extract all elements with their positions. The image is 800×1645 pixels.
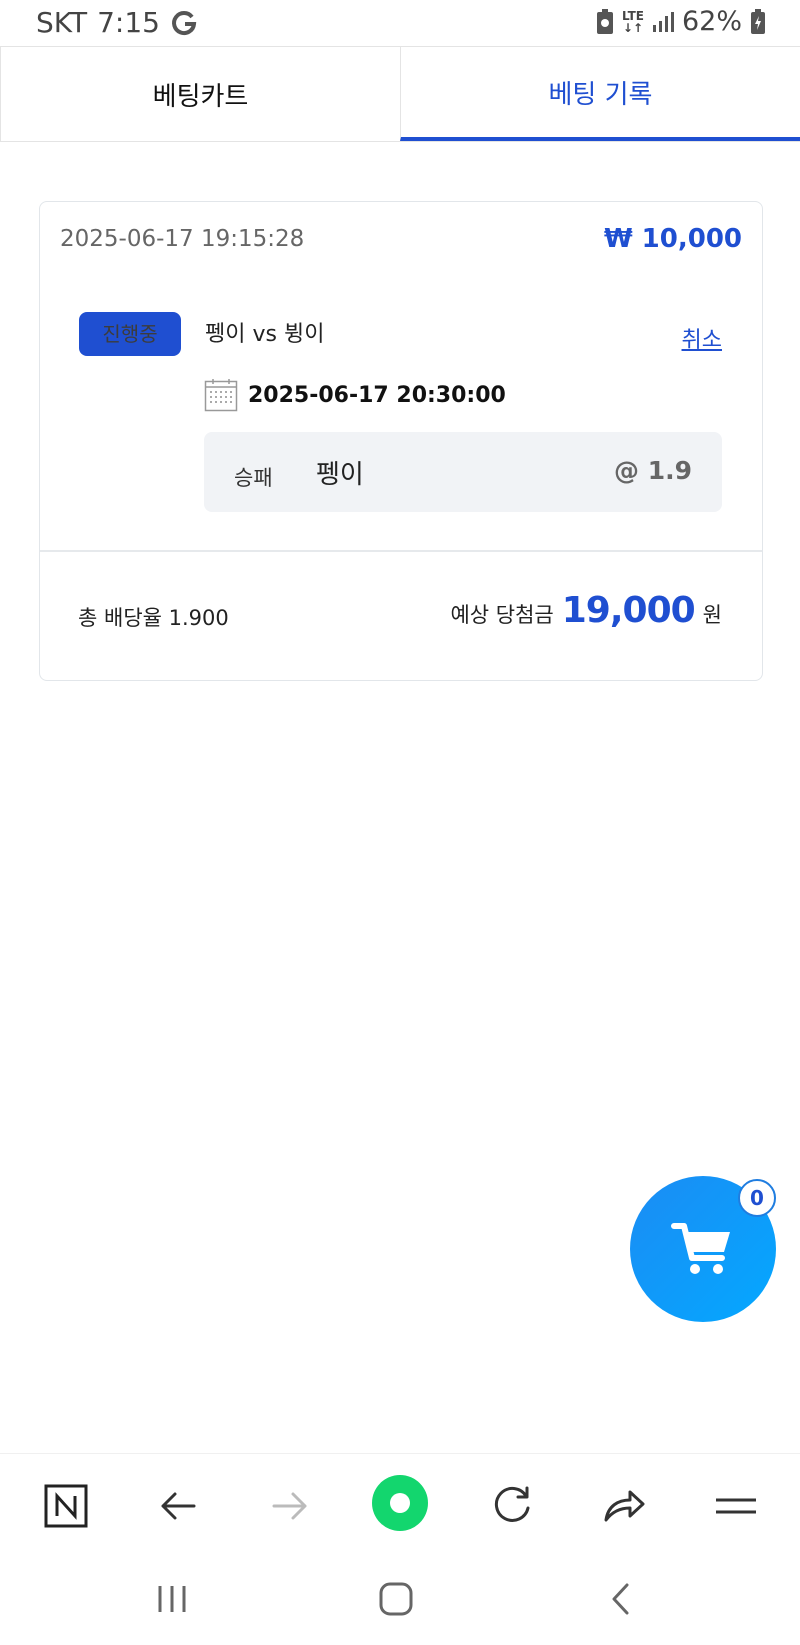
status-bar: SKT 7:15 LTE ↓↑ 62%: [0, 0, 800, 48]
naver-n-button[interactable]: [42, 1482, 90, 1530]
share-icon: [604, 1490, 645, 1522]
recent-apps-icon: [158, 1586, 186, 1612]
home-button[interactable]: [371, 1474, 429, 1532]
status-left: SKT 7:15: [36, 6, 198, 39]
match-time: 2025-06-17 20:30:00: [248, 382, 506, 408]
calendar-icon: [204, 379, 238, 412]
back-button[interactable]: [154, 1482, 202, 1530]
pick-box: 승패 펭이 @ 1.9: [204, 432, 722, 512]
total-odds: 총 배당율 1.900: [78, 606, 229, 630]
market-type: 승패: [234, 466, 273, 490]
menu-button[interactable]: [712, 1482, 760, 1530]
bet-datetime: 2025-06-17 19:15:28: [60, 226, 305, 252]
system-back-button[interactable]: [600, 1579, 640, 1619]
google-icon: [172, 10, 197, 35]
carrier: SKT: [36, 6, 88, 39]
bet-card-details: 2025-06-17 19:15:28 ₩ 10,000 진행중 펭이 vs 뷩…: [40, 202, 762, 552]
pick-selection: 펭이: [316, 460, 364, 490]
expected-winnings: 예상 당첨금 19,000 원: [450, 590, 722, 631]
match-name: 펭이 vs 뷩이: [205, 322, 325, 347]
bet-card-summary: 총 배당율 1.900 예상 당첨금 19,000 원: [40, 552, 762, 680]
status-right: LTE ↓↑ 62%: [588, 6, 766, 37]
home-icon: [379, 1582, 413, 1616]
back-arrow-icon: [161, 1492, 196, 1520]
tab-betting-cart[interactable]: 베팅카트: [0, 47, 400, 141]
recent-apps-button[interactable]: [152, 1579, 192, 1619]
system-home-button[interactable]: [376, 1579, 416, 1619]
naver-n-icon: [44, 1484, 88, 1528]
cart-count-badge: 0: [738, 1179, 776, 1217]
forward-arrow-icon: [272, 1492, 307, 1520]
battery-icon: [751, 8, 765, 34]
refresh-icon: [494, 1486, 530, 1522]
bet-amount: ₩ 10,000: [603, 224, 742, 254]
refresh-button[interactable]: [488, 1482, 536, 1530]
back-icon: [612, 1583, 629, 1615]
clock: 7:15: [97, 6, 160, 39]
expected-unit: 원: [702, 603, 722, 627]
pick-odds: @ 1.9: [614, 456, 692, 485]
system-nav-bar: [0, 1553, 800, 1645]
cart-icon: [671, 1223, 730, 1274]
cancel-button[interactable]: 취소: [682, 322, 722, 354]
browser-toolbar: [0, 1453, 800, 1553]
tab-bar: 베팅카트 베팅 기록: [0, 46, 800, 142]
share-button[interactable]: [600, 1482, 648, 1530]
expected-amount: 19,000: [561, 590, 696, 631]
battery-percent: 62%: [681, 6, 742, 37]
bet-card: 2025-06-17 19:15:28 ₩ 10,000 진행중 펭이 vs 뷩…: [39, 201, 763, 681]
forward-button[interactable]: [266, 1482, 314, 1530]
status-badge: 진행중: [79, 312, 181, 356]
match-time-row: 2025-06-17 20:30:00: [204, 378, 506, 412]
expected-label: 예상 당첨금: [450, 603, 554, 627]
battery-saver-icon: [596, 8, 613, 34]
tab-betting-history[interactable]: 베팅 기록: [400, 47, 800, 141]
signal-icon: [652, 11, 674, 32]
home-circle-icon: [372, 1475, 428, 1531]
network-type: LTE ↓↑: [621, 8, 644, 35]
menu-icon: [716, 1498, 756, 1514]
